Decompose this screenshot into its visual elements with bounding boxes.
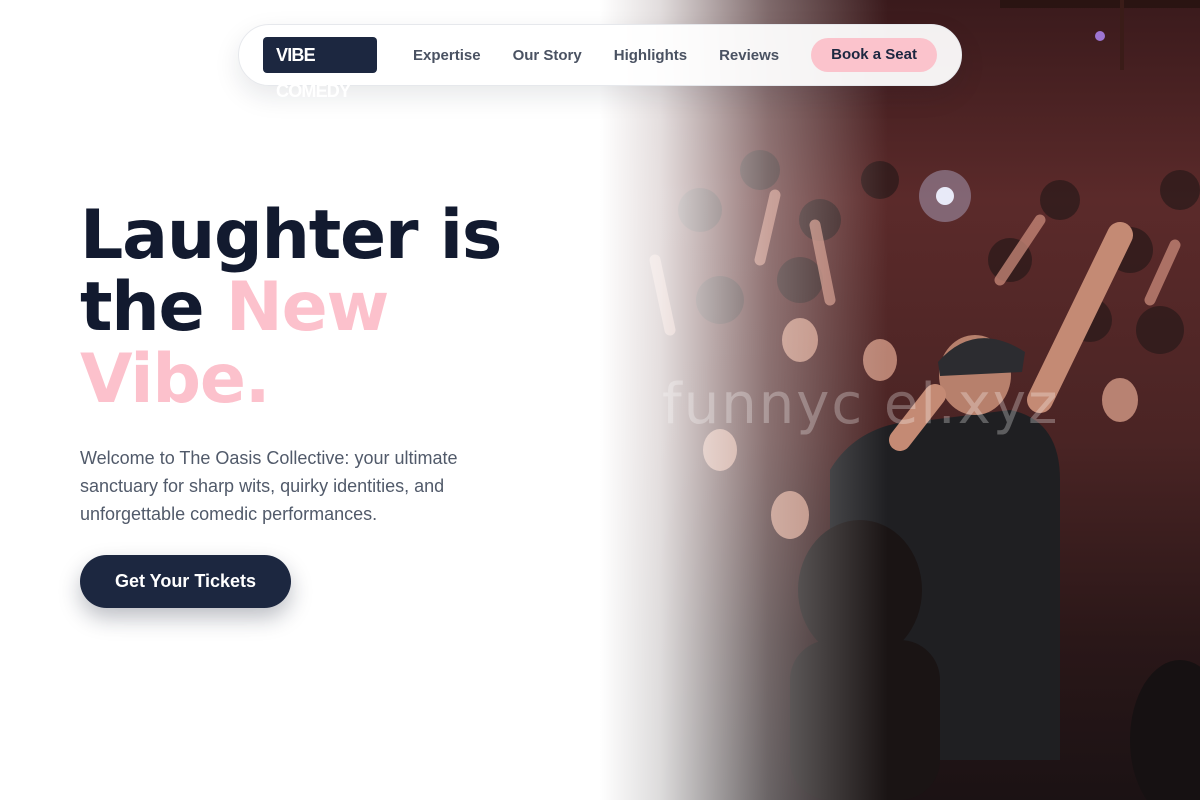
nav-link-reviews[interactable]: Reviews bbox=[719, 47, 779, 64]
hero-headline: Laughter is the New Vibe. bbox=[80, 200, 502, 419]
headline-accent-new: New bbox=[225, 268, 389, 347]
nav-link-highlights[interactable]: Highlights bbox=[614, 47, 687, 64]
top-navigation: VIBE COMEDY Expertise Our Story Highligh… bbox=[238, 24, 962, 101]
headline-line-1: Laughter is bbox=[80, 196, 502, 275]
get-tickets-button[interactable]: Get Your Tickets bbox=[80, 555, 291, 608]
headline-line-2: the bbox=[80, 268, 226, 347]
book-seat-button[interactable]: Book a Seat bbox=[811, 38, 937, 72]
hero-image: funnyc el.xyz bbox=[600, 0, 1200, 800]
headline-accent-vibe: Vibe. bbox=[80, 340, 271, 419]
hero-subtitle: Welcome to The Oasis Collective: your ul… bbox=[80, 448, 458, 524]
nav-link-expertise[interactable]: Expertise bbox=[413, 47, 481, 64]
watermark-text: funnyc el.xyz bbox=[662, 372, 1060, 437]
nav-link-our-story[interactable]: Our Story bbox=[513, 47, 582, 64]
brand-logo[interactable]: VIBE COMEDY bbox=[263, 37, 378, 101]
